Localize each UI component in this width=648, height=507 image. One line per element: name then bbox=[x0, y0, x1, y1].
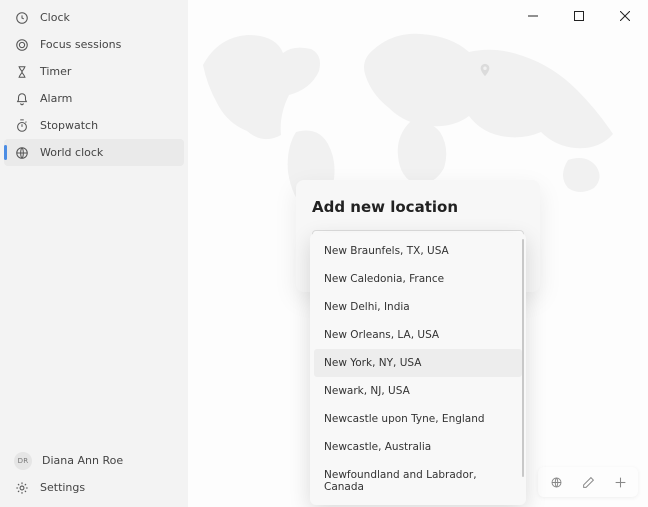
sidebar-item-label: Alarm bbox=[40, 92, 72, 105]
sidebar-item-focus[interactable]: Focus sessions bbox=[4, 31, 184, 58]
settings-label: Settings bbox=[40, 481, 85, 494]
user-name: Diana Ann Roe bbox=[42, 454, 123, 467]
result-item[interactable]: New Orleans, LA, USA bbox=[314, 321, 522, 349]
sidebar-item-label: Stopwatch bbox=[40, 119, 98, 132]
main-content: Add new location New Braunfels, TX, USA … bbox=[188, 0, 648, 507]
result-item[interactable]: Newark, NJ, USA bbox=[314, 377, 522, 405]
sidebar-item-label: Clock bbox=[40, 11, 70, 24]
hourglass-icon bbox=[14, 64, 30, 80]
bell-icon bbox=[14, 91, 30, 107]
result-item[interactable]: New York, NY, USA bbox=[314, 349, 522, 377]
target-icon bbox=[14, 37, 30, 53]
minimize-button[interactable] bbox=[510, 0, 556, 32]
result-item[interactable]: Newcastle upon Tyne, England bbox=[314, 405, 522, 433]
sidebar-item-label: Focus sessions bbox=[40, 38, 121, 51]
sidebar-item-alarm[interactable]: Alarm bbox=[4, 85, 184, 112]
footer-toolbar bbox=[538, 467, 638, 497]
close-button[interactable] bbox=[602, 0, 648, 32]
map-toggle-button[interactable] bbox=[540, 469, 572, 495]
gear-icon bbox=[14, 480, 30, 496]
globe-icon bbox=[14, 145, 30, 161]
scrollbar[interactable] bbox=[522, 239, 524, 477]
sidebar: Clock Focus sessions Timer Alarm Stopwat… bbox=[0, 0, 188, 507]
sidebar-item-label: Timer bbox=[40, 65, 71, 78]
sidebar-item-label: World clock bbox=[40, 146, 103, 159]
sidebar-settings[interactable]: Settings bbox=[4, 474, 184, 501]
avatar: DR bbox=[14, 452, 32, 470]
sidebar-item-stopwatch[interactable]: Stopwatch bbox=[4, 112, 184, 139]
sidebar-item-timer[interactable]: Timer bbox=[4, 58, 184, 85]
result-item[interactable]: New Braunfels, TX, USA bbox=[314, 237, 522, 265]
window-controls bbox=[510, 0, 648, 32]
clock-icon bbox=[14, 10, 30, 26]
search-results-dropdown: New Braunfels, TX, USA New Caledonia, Fr… bbox=[310, 233, 526, 505]
sidebar-user[interactable]: DR Diana Ann Roe bbox=[4, 447, 184, 474]
sidebar-item-clock[interactable]: Clock bbox=[4, 4, 184, 31]
result-item[interactable]: New Delhi, India bbox=[314, 293, 522, 321]
add-button[interactable] bbox=[604, 469, 636, 495]
edit-button[interactable] bbox=[572, 469, 604, 495]
dialog-title: Add new location bbox=[312, 198, 524, 216]
result-item[interactable]: New Caledonia, France bbox=[314, 265, 522, 293]
result-item[interactable]: Newfoundland and Labrador, Canada bbox=[314, 461, 522, 501]
map-pin-icon bbox=[478, 62, 492, 81]
stopwatch-icon bbox=[14, 118, 30, 134]
maximize-button[interactable] bbox=[556, 0, 602, 32]
result-item[interactable]: Newcastle, Australia bbox=[314, 433, 522, 461]
sidebar-item-worldclock[interactable]: World clock bbox=[4, 139, 184, 166]
